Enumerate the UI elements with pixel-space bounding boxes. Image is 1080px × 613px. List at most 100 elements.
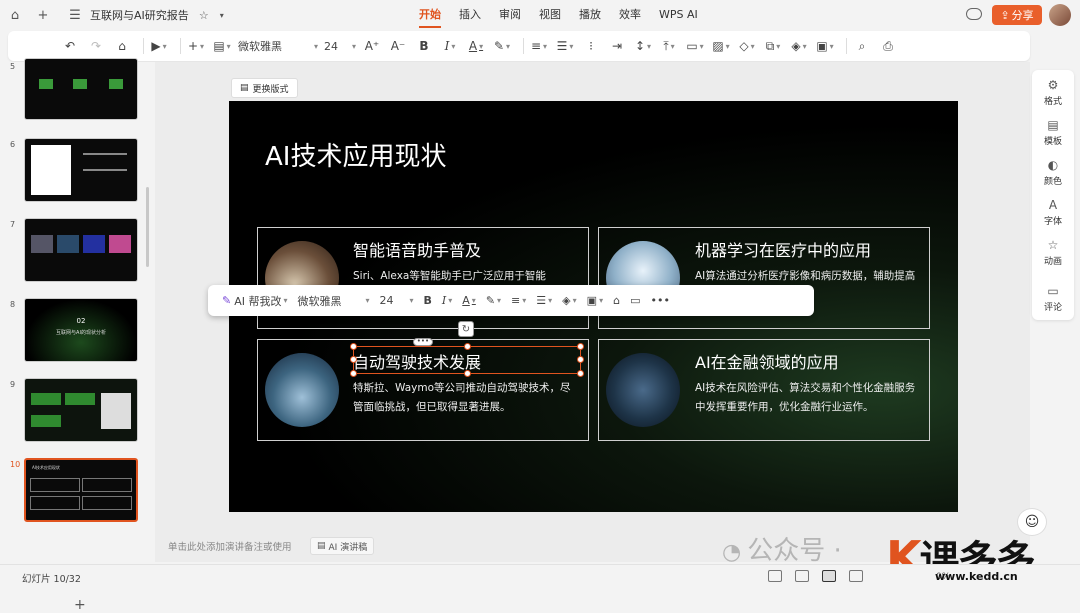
shape-icon[interactable]: ◇ ▾	[737, 35, 757, 57]
tab-home[interactable]: 开始	[410, 6, 450, 28]
layout-icon[interactable]: ▤ ▾	[212, 35, 232, 57]
sidebar-item-comment[interactable]: ▭ 评论	[1032, 284, 1074, 313]
card-heading[interactable]: 机器学习在医疗中的应用	[695, 237, 871, 261]
more-icon[interactable]: •••	[650, 294, 669, 307]
star-icon[interactable]: ☆	[195, 6, 213, 24]
sidebar-item-font[interactable]: A 字体	[1032, 198, 1074, 227]
italic-icon[interactable]: I ▾	[442, 294, 452, 307]
bold-icon[interactable]: B	[414, 35, 434, 57]
card-heading[interactable]: 智能语音助手普及	[353, 237, 481, 261]
sidebar-item-animation[interactable]: ☆ 动画	[1032, 238, 1074, 267]
rotate-handle-icon[interactable]: ↻	[458, 321, 474, 337]
shape-icon[interactable]: ⌂	[613, 294, 620, 307]
outline-icon[interactable]: ▣ ▾	[587, 294, 603, 307]
slide-number: 9	[10, 380, 16, 389]
fill-icon[interactable]: ◈ ▾	[562, 294, 576, 307]
slide-thumbnail-6[interactable]	[24, 138, 138, 202]
ai-edit-button[interactable]: ✎ AI 帮我改 ▾	[222, 293, 288, 309]
new-tab-icon[interactable]: +	[34, 6, 52, 24]
play-slide-icon[interactable]: ▶ ▾	[149, 35, 169, 57]
resize-handle[interactable]	[577, 343, 584, 350]
resize-handle[interactable]	[464, 343, 471, 350]
card-heading[interactable]: AI在金融领域的应用	[695, 349, 839, 373]
thumbnail-scrollbar[interactable]	[146, 187, 149, 267]
card-image[interactable]	[606, 353, 680, 427]
indent-icon[interactable]: ⇥	[607, 35, 627, 57]
align-icon[interactable]: ≡ ▾	[511, 294, 526, 307]
card-text[interactable]: 特斯拉、Waymo等公司推动自动驾驶技术，尽管面临挑战，但已取得显著进展。	[353, 379, 579, 417]
font-family-select[interactable]: 微软雅黑 ▾	[238, 35, 318, 57]
font-size-select[interactable]: 24 ▾	[380, 294, 414, 307]
resize-handle[interactable]	[350, 343, 357, 350]
change-layout-button[interactable]: ▤ 更换版式	[231, 78, 298, 98]
normal-view-icon[interactable]	[822, 570, 836, 582]
card-text[interactable]: Siri、Alexa等智能助手已广泛应用于智能	[353, 267, 583, 286]
tab-play[interactable]: 播放	[570, 6, 610, 24]
cloud-icon[interactable]	[966, 8, 982, 20]
comment-icon[interactable]: ▭	[630, 294, 640, 307]
bullet-list-icon[interactable]: ☰ ▾	[555, 35, 575, 57]
slide-thumbnail-8[interactable]: 02 互联网与AI的现状分析	[24, 298, 138, 362]
slide-title[interactable]: AI技术应用现状	[265, 136, 446, 173]
bullet-list-icon[interactable]: ☰ ▾	[536, 294, 552, 307]
increase-font-icon[interactable]: A⁺	[362, 35, 382, 57]
fill-icon[interactable]: ◈ ▾	[789, 35, 809, 57]
highlight-icon[interactable]: ✎ ▾	[492, 35, 512, 57]
card-text[interactable]: AI技术在风险评估、算法交易和个性化金融服务中发挥重要作用，优化金融行业运作。	[695, 379, 921, 417]
outline-icon[interactable]: ▣ ▾	[815, 35, 835, 57]
tab-wps-ai[interactable]: WPS AI	[650, 6, 707, 24]
align-icon[interactable]: ≡ ▾	[529, 35, 549, 57]
print-icon[interactable]: ⎙	[878, 35, 898, 57]
search-icon[interactable]: ⌕	[852, 35, 872, 57]
highlight-icon[interactable]: ✎ ▾	[486, 294, 501, 307]
bold-icon[interactable]: B	[424, 294, 432, 307]
resize-handle[interactable]	[577, 356, 584, 363]
document-title[interactable]: 互联网与AI研究报告	[90, 7, 189, 23]
resize-handle[interactable]	[464, 370, 471, 377]
arrange-icon[interactable]: ⧉ ▾	[763, 35, 783, 57]
font-family-select[interactable]: 微软雅黑 ▾	[298, 293, 370, 309]
slide-thumbnail-5[interactable]	[24, 58, 138, 120]
tab-insert[interactable]: 插入	[450, 6, 490, 24]
slide-thumbnail-9[interactable]	[24, 378, 138, 442]
add-slide-icon[interactable]: + ▾	[186, 35, 206, 57]
notes-placeholder[interactable]: 单击此处添加演讲备注或使用	[168, 539, 292, 553]
font-size-select[interactable]: 24 ▾	[324, 35, 356, 57]
redo-icon[interactable]: ↷	[86, 35, 106, 57]
tab-view[interactable]: 视图	[530, 6, 570, 24]
decrease-font-icon[interactable]: A⁻	[388, 35, 408, 57]
sidebar-item-format[interactable]: ⚙ 格式	[1032, 78, 1074, 107]
home-icon[interactable]: ⌂	[6, 6, 24, 24]
share-button[interactable]: ⇪ 分享	[992, 5, 1042, 25]
menu-icon[interactable]: ☰	[66, 6, 84, 24]
tab-efficiency[interactable]: 效率	[610, 6, 650, 24]
sidebar-item-template[interactable]: ▤ 模板	[1032, 118, 1074, 147]
avatar[interactable]	[1049, 4, 1071, 26]
resize-handle[interactable]	[350, 370, 357, 377]
more-handle-icon[interactable]: •••	[413, 338, 433, 346]
text-direction-icon[interactable]: ⤒ ▾	[659, 35, 679, 57]
font-color-icon[interactable]: A ▾	[462, 294, 476, 307]
resize-handle[interactable]	[350, 356, 357, 363]
ai-speech-button[interactable]: ▤ AI 演讲稿	[310, 537, 375, 555]
sidebar-item-color[interactable]: ◐ 颜色	[1032, 158, 1074, 187]
format-painter-icon[interactable]: ⌂	[112, 35, 132, 57]
notes-view-icon[interactable]	[849, 570, 863, 582]
line-spacing-icon[interactable]: ↕ ▾	[633, 35, 653, 57]
picture-icon[interactable]: ▨ ▾	[711, 35, 731, 57]
reading-view-icon[interactable]	[795, 570, 809, 582]
card-image[interactable]	[265, 353, 339, 427]
tab-review[interactable]: 审阅	[490, 6, 530, 24]
grid-view-icon[interactable]	[768, 570, 782, 582]
italic-icon[interactable]: I ▾	[440, 35, 460, 57]
resize-handle[interactable]	[577, 370, 584, 377]
slide-thumbnail-7[interactable]	[24, 218, 138, 282]
text-box-icon[interactable]: ▭ ▾	[685, 35, 705, 57]
slide-thumbnail-10[interactable]: AI技术应用现状	[24, 458, 138, 522]
slide-count: 幻灯片 10/32	[22, 574, 81, 585]
chevron-down-icon[interactable]: ▾	[213, 6, 231, 24]
undo-icon[interactable]: ↶	[60, 35, 80, 57]
number-list-icon[interactable]: ⁝	[581, 35, 601, 57]
add-slide-button[interactable]: +	[74, 597, 86, 613]
font-color-icon[interactable]: A ▾	[466, 35, 486, 57]
